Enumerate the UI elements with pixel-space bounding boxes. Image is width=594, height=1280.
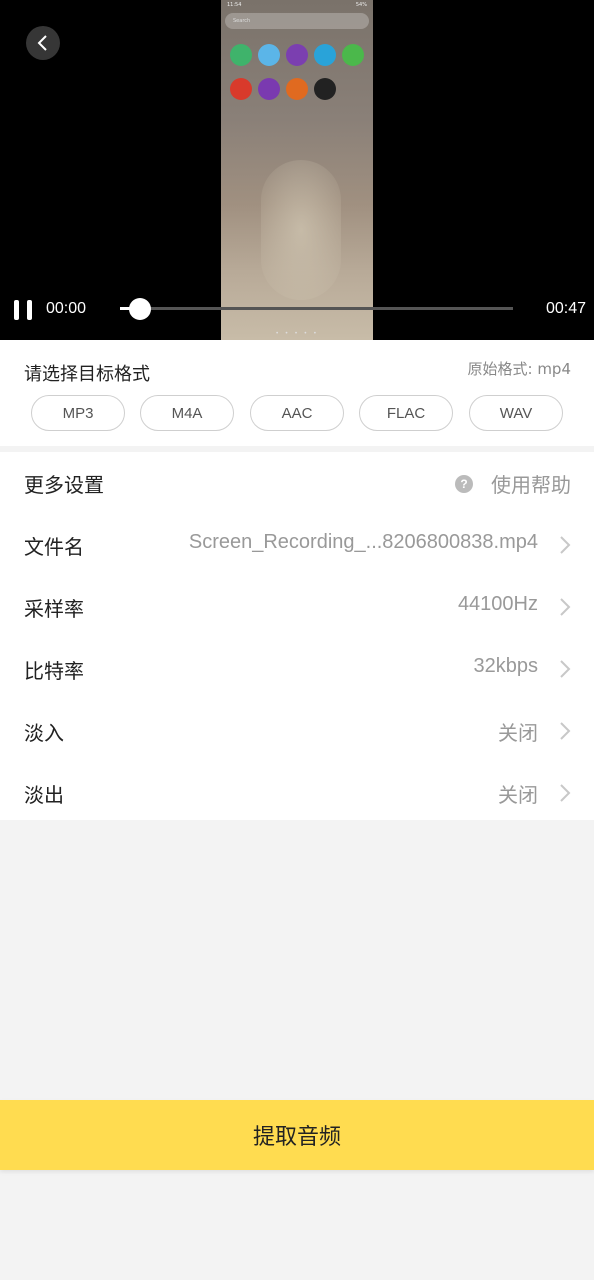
- preview-app-icon: [342, 44, 364, 66]
- setting-value-filename: Screen_Recording_...8206800838.mp4: [188, 531, 538, 553]
- video-player[interactable]: 11:54 54% Search • • • • • 00:00 00:47: [0, 0, 594, 340]
- original-format-label: 原始格式: mp4: [467, 360, 572, 378]
- format-option-m4a[interactable]: M4A: [140, 395, 234, 431]
- preview-app-icon: [230, 44, 252, 66]
- total-time: 00:47: [545, 300, 586, 317]
- chevron-right-icon: [560, 536, 571, 554]
- format-option-aac[interactable]: AAC: [250, 395, 344, 431]
- preview-search-bar: Search: [225, 13, 369, 29]
- setting-value-sample-rate: 44100Hz: [457, 593, 538, 615]
- setting-row-fade-in[interactable]: 淡入 关闭: [0, 700, 594, 762]
- preview-app-icon: [258, 78, 280, 100]
- video-frame: 11:54 54% Search • • • • •: [221, 0, 373, 340]
- setting-value-bitrate: 32kbps: [473, 655, 539, 677]
- preview-app-icon: [258, 44, 280, 66]
- help-icon: ?: [455, 474, 473, 493]
- seek-thumb[interactable]: [128, 298, 151, 320]
- help-link[interactable]: ? 使用帮助: [455, 469, 571, 498]
- preview-app-icon: [314, 78, 336, 100]
- preview-statusbar: 11:54 54%: [221, 0, 373, 10]
- chevron-right-icon: [560, 784, 571, 802]
- settings-header-row: 更多设置 ? 使用帮助: [0, 452, 594, 514]
- setting-label-bitrate: 比特率: [24, 659, 84, 683]
- preview-app-icon: [286, 78, 308, 100]
- chevron-right-icon: [560, 660, 571, 678]
- preview-app-grid: [227, 44, 369, 100]
- help-label: 使用帮助: [491, 473, 571, 497]
- format-section-title: 请选择目标格式: [24, 364, 150, 385]
- format-option-mp3[interactable]: MP3: [31, 395, 125, 431]
- settings-header: 更多设置: [24, 473, 104, 497]
- setting-label-sample-rate: 采样率: [24, 597, 84, 621]
- setting-row-bitrate[interactable]: 比特率 32kbps: [0, 638, 594, 700]
- format-option-flac[interactable]: FLAC: [359, 395, 453, 431]
- preview-app-icon: [286, 44, 308, 66]
- preview-app-icon: [230, 78, 252, 100]
- preview-app-icon: [314, 44, 336, 66]
- setting-row-sample-rate[interactable]: 采样率 44100Hz: [0, 576, 594, 638]
- settings-section: 更多设置 ? 使用帮助 文件名 Screen_Recording_...8206…: [0, 452, 594, 820]
- chevron-right-icon: [560, 598, 571, 616]
- setting-row-fade-out[interactable]: 淡出 关闭: [0, 762, 594, 824]
- setting-value-fade-out: 关闭: [498, 783, 538, 807]
- setting-label-fade-in: 淡入: [24, 721, 64, 745]
- preview-page-dots: • • • • •: [275, 330, 319, 337]
- setting-label-filename: 文件名: [24, 535, 84, 559]
- setting-row-filename[interactable]: 文件名 Screen_Recording_...8206800838.mp4: [0, 514, 594, 576]
- current-time: 00:00: [46, 300, 87, 317]
- preview-blurred-photo: [261, 160, 341, 300]
- seek-bar[interactable]: [120, 307, 513, 310]
- setting-label-fade-out: 淡出: [24, 783, 64, 807]
- preview-battery: 54%: [355, 2, 367, 8]
- format-option-wav[interactable]: WAV: [469, 395, 563, 431]
- chevron-right-icon: [560, 722, 571, 740]
- preview-status-time: 11:54: [227, 2, 242, 8]
- pause-button[interactable]: [14, 300, 32, 320]
- pause-icon-bar-right: [27, 300, 32, 320]
- pause-icon-bar-left: [14, 300, 19, 320]
- extract-audio-button[interactable]: 提取音频: [0, 1100, 594, 1170]
- chevron-left-icon: [37, 35, 47, 51]
- setting-value-fade-in: 关闭: [498, 721, 538, 745]
- back-button[interactable]: [26, 26, 60, 60]
- format-section: 请选择目标格式 原始格式: mp4 MP3 M4A AAC FLAC WAV: [0, 340, 594, 446]
